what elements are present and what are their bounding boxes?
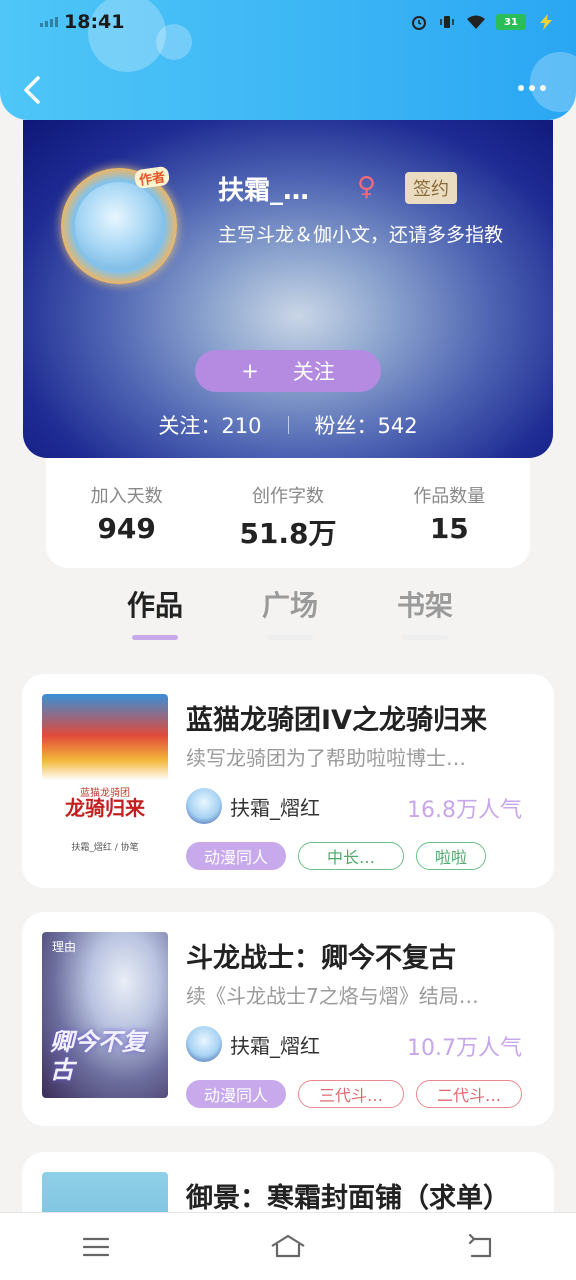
home-icon[interactable] [268,1230,308,1264]
profile-bio: 主写斗龙＆伽小文，还请多多指教 [218,224,504,246]
stat-word-count: 创作字数 51.8万 [207,458,368,568]
fans-count[interactable]: 粉丝：542 [315,410,418,440]
tab-bookshelf[interactable]: 书架 [360,584,490,640]
book-author: 扶霜_熠红 [186,788,320,824]
signal-icon [40,17,58,27]
menu-icon[interactable] [76,1230,116,1264]
author-avatar [186,788,222,824]
book-tags: 动漫同人 三代斗… 二代斗… [186,1080,522,1108]
cover-author: 扶霜_熠红 / 协笔 [71,843,139,853]
tab-indicator [267,635,313,640]
cover-title: 龙骑归来 [65,796,145,820]
book-popularity: 10.7万人气 [407,1036,522,1061]
book-title: 蓝猫龙骑团IV之龙骑归来 [186,705,487,736]
book-cover: 蓝猫龙骑团 龙骑归来 扶霜_熠红 / 协笔 [42,694,168,860]
top-header: 18:41 31 [0,0,576,120]
wifi-icon [467,15,485,29]
status-bar: 18:41 31 [40,8,556,36]
stat-works-count: 作品数量 15 [369,458,530,568]
book-title: 御景：寒霜封面铺（求单） [186,1183,510,1212]
book-tags: 动漫同人 中长… 啦啦 [186,842,486,870]
female-icon: ♀ [357,172,377,202]
book-cover: 理由 卿今不复古 [42,932,168,1098]
avatar-image [75,182,163,270]
battery-icon: 31 [496,14,526,30]
tag[interactable]: 啦啦 [416,842,486,870]
more-options-button[interactable] [518,78,552,98]
book-card[interactable]: 御景：寒霜封面铺（求单） [22,1152,554,1212]
author-name: 扶霜_熠红 [230,795,320,820]
avatar[interactable]: 作者 [61,165,177,284]
signed-badge: 签约 [405,172,457,204]
vibrate-icon [440,16,454,28]
stat-value: 15 [429,512,469,545]
tab-square[interactable]: 广场 [225,584,355,640]
stat-label: 加入天数 [90,486,163,507]
divider [287,416,289,434]
status-time: 18:41 [64,11,125,33]
cover-label: 理由 [52,940,77,954]
follow-button[interactable]: + 关注 [195,350,381,392]
profile-name: 扶霜_… [218,176,310,206]
charging-icon [540,14,552,30]
tag[interactable]: 三代斗… [298,1080,404,1108]
author-name: 扶霜_熠红 [230,1033,320,1058]
book-author: 扶霜_熠红 [186,1026,320,1062]
follow-counts: 关注：210 粉丝：542 [23,410,553,440]
alarm-icon [412,16,426,30]
author-avatar-tag: 作者 [133,165,171,190]
back-button[interactable] [16,70,50,110]
cover-title: 卿今不复古 [50,1028,146,1084]
book-card[interactable]: 理由 卿今不复古 斗龙战士：卿今不复古 续《斗龙战士7之烙与熠》结局… 扶霜_熠… [22,912,554,1126]
tab-indicator [402,635,448,640]
stat-label: 创作字数 [251,486,324,507]
follow-label: 关注 [292,360,335,384]
stat-join-days: 加入天数 949 [46,458,207,568]
tag[interactable]: 动漫同人 [186,842,286,870]
tab-indicator [132,635,178,640]
book-cover [42,1172,168,1212]
tag[interactable]: 动漫同人 [186,1080,286,1108]
book-description: 续写龙骑团为了帮助啦啦博士… [186,746,466,770]
stats-card: 加入天数 949 创作字数 51.8万 作品数量 15 [46,458,530,568]
stat-label: 作品数量 [413,486,486,507]
following-count[interactable]: 关注：210 [158,410,261,440]
book-description: 续《斗龙战士7之烙与熠》结局… [186,984,479,1008]
stat-value: 51.8万 [239,517,337,550]
author-avatar [186,1026,222,1062]
book-title: 斗龙战士：卿今不复古 [186,943,456,974]
tab-works[interactable]: 作品 [90,584,220,640]
system-nav-bar [0,1212,576,1280]
tag[interactable]: 二代斗… [416,1080,522,1108]
book-popularity: 16.8万人气 [407,798,522,823]
book-card[interactable]: 蓝猫龙骑团 龙骑归来 扶霜_熠红 / 协笔 蓝猫龙骑团IV之龙骑归来 续写龙骑团… [22,674,554,888]
plus-icon: + [241,359,259,383]
tag[interactable]: 中长… [298,842,404,870]
profile-header: 作者 扶霜_… ♀ 签约 主写斗龙＆伽小文，还请多多指教 + 关注 关注：210… [23,120,553,458]
back-icon[interactable] [460,1230,500,1264]
stat-value: 949 [97,512,156,545]
profile-tabs: 作品 广场 书架 [90,584,490,640]
